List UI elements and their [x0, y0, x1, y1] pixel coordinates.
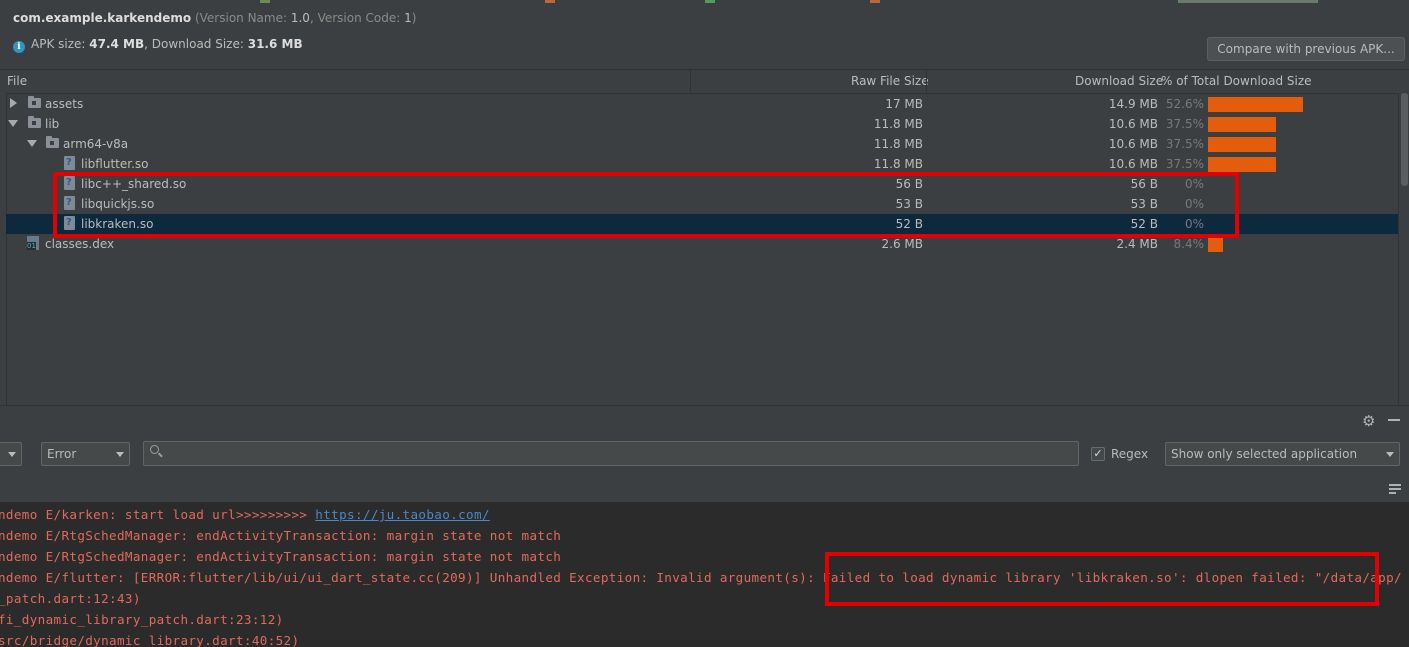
tab-marker: [705, 0, 715, 3]
device-combo[interactable]: [0, 442, 22, 466]
collapse-arrow-icon[interactable]: [27, 140, 37, 147]
chevron-down-icon: [116, 452, 124, 457]
folder-icon: [28, 96, 41, 108]
file-name: classes.dex: [45, 237, 115, 251]
collapse-arrow-icon[interactable]: [8, 120, 18, 127]
raw-size: 2.6 MB: [881, 237, 923, 251]
log-level-select[interactable]: Error: [41, 442, 130, 466]
regex-label[interactable]: Regex: [1111, 447, 1148, 461]
info-icon: i: [13, 41, 25, 53]
raw-size: 11.8 MB: [873, 157, 923, 171]
log-line: fi_dynamic_library_patch.dart:23:12): [0, 612, 284, 627]
tab-marker-active: [1178, 0, 1318, 3]
file-name: arm64-v8a: [63, 137, 129, 151]
column-divider[interactable]: [690, 70, 691, 93]
compare-apk-button[interactable]: Compare with previous APK...: [1207, 37, 1405, 61]
folder-icon: [46, 136, 59, 148]
logcat-search-input[interactable]: [143, 441, 1079, 466]
table-row[interactable]: lib 11.8 MB 10.6 MB 37.5%: [6, 114, 1398, 134]
percent: 37.5%: [1165, 157, 1204, 171]
column-header-percent[interactable]: % of Total Download Size: [1161, 74, 1312, 88]
dex-file-icon: [27, 236, 39, 250]
file-name: lib: [45, 117, 60, 131]
regex-checkbox[interactable]: ✓: [1091, 447, 1105, 461]
column-header-download-size[interactable]: Download Size: [1075, 74, 1163, 88]
minimize-icon[interactable]: [1388, 419, 1400, 421]
log-line: src/bridge/dynamic_library.dart:40:52): [0, 633, 300, 647]
folder-icon: [28, 116, 41, 128]
tab-marker: [260, 0, 270, 3]
log-line: _patch.dart:12:43): [0, 591, 141, 606]
soft-wrap-icon[interactable]: [1389, 484, 1401, 494]
percent: 37.5%: [1165, 137, 1204, 151]
log-line: ndemo E/RtgSchedManager: endActivityTran…: [0, 549, 562, 564]
download-size: 14.9 MB: [1108, 97, 1158, 111]
app-filter-select[interactable]: Show only selected application: [1165, 442, 1400, 466]
raw-size: 17 MB: [885, 97, 923, 111]
size-bar: [1208, 117, 1276, 132]
column-header-raw-size[interactable]: Raw File Size: [851, 74, 929, 88]
download-size: 10.6 MB: [1108, 117, 1158, 131]
table-header: File Raw File Size Download Size % of To…: [0, 69, 1409, 94]
gear-icon[interactable]: ⚙: [1362, 412, 1375, 430]
size-bar: [1208, 137, 1276, 152]
file-name: libflutter.so: [81, 157, 149, 171]
apk-summary-header: com.example.karkendemo (Version Name: 1.…: [0, 7, 1409, 69]
size-summary: i APK size: 47.4 MB, Download Size: 31.6 …: [13, 37, 303, 53]
log-line: ndemo E/RtgSchedManager: endActivityTran…: [0, 528, 562, 543]
search-icon: [150, 445, 159, 454]
download-size: 2.4 MB: [1116, 237, 1158, 251]
table-row[interactable]: arm64-v8a 11.8 MB 10.6 MB 37.5%: [6, 134, 1398, 154]
expand-arrow-icon[interactable]: [10, 98, 17, 108]
column-divider[interactable]: [926, 70, 927, 93]
table-row[interactable]: assets 17 MB 14.9 MB 52.6%: [6, 94, 1398, 114]
raw-size: 11.8 MB: [873, 117, 923, 131]
package-name: com.example.karkendemo: [13, 11, 192, 25]
scrollbar-thumb[interactable]: [1401, 93, 1408, 186]
percent: 52.6%: [1165, 97, 1204, 111]
editor-tab-strip: [0, 0, 1409, 7]
size-bar: [1208, 237, 1223, 252]
download-size: 10.6 MB: [1108, 157, 1158, 171]
tab-marker: [870, 0, 880, 3]
so-file-icon: [64, 156, 75, 170]
table-row[interactable]: libflutter.so 11.8 MB 10.6 MB 37.5%: [6, 154, 1398, 174]
size-bar: [1208, 157, 1276, 172]
chevron-down-icon: [8, 452, 16, 457]
percent: 8.4%: [1173, 237, 1205, 251]
table-scrollbar[interactable]: [1398, 93, 1409, 405]
log-line: ndemo E/karken: start load url>>>>>>>>> …: [0, 507, 490, 522]
file-name: assets: [45, 97, 84, 111]
apk-size: 47.4 MB: [89, 37, 145, 51]
column-header-file[interactable]: File: [7, 74, 27, 88]
size-bar: [1208, 97, 1303, 112]
logcat-toolbar: ⚙ Error ✓ Regex Show only selected appli…: [0, 405, 1409, 503]
download-size: 10.6 MB: [1108, 137, 1158, 151]
download-size: 31.6 MB: [247, 37, 303, 51]
package-info: com.example.karkendemo (Version Name: 1.…: [13, 11, 416, 25]
log-link[interactable]: https://ju.taobao.com/: [315, 507, 490, 522]
raw-size: 11.8 MB: [873, 137, 923, 151]
tab-marker: [545, 0, 555, 3]
annotation-box-error: [825, 552, 1379, 606]
version-info: (Version Name: 1.0, Version Code: 1): [194, 11, 417, 25]
percent: 37.5%: [1165, 117, 1204, 131]
chevron-down-icon: [1386, 452, 1394, 457]
annotation-box-so-files: [53, 172, 1239, 238]
